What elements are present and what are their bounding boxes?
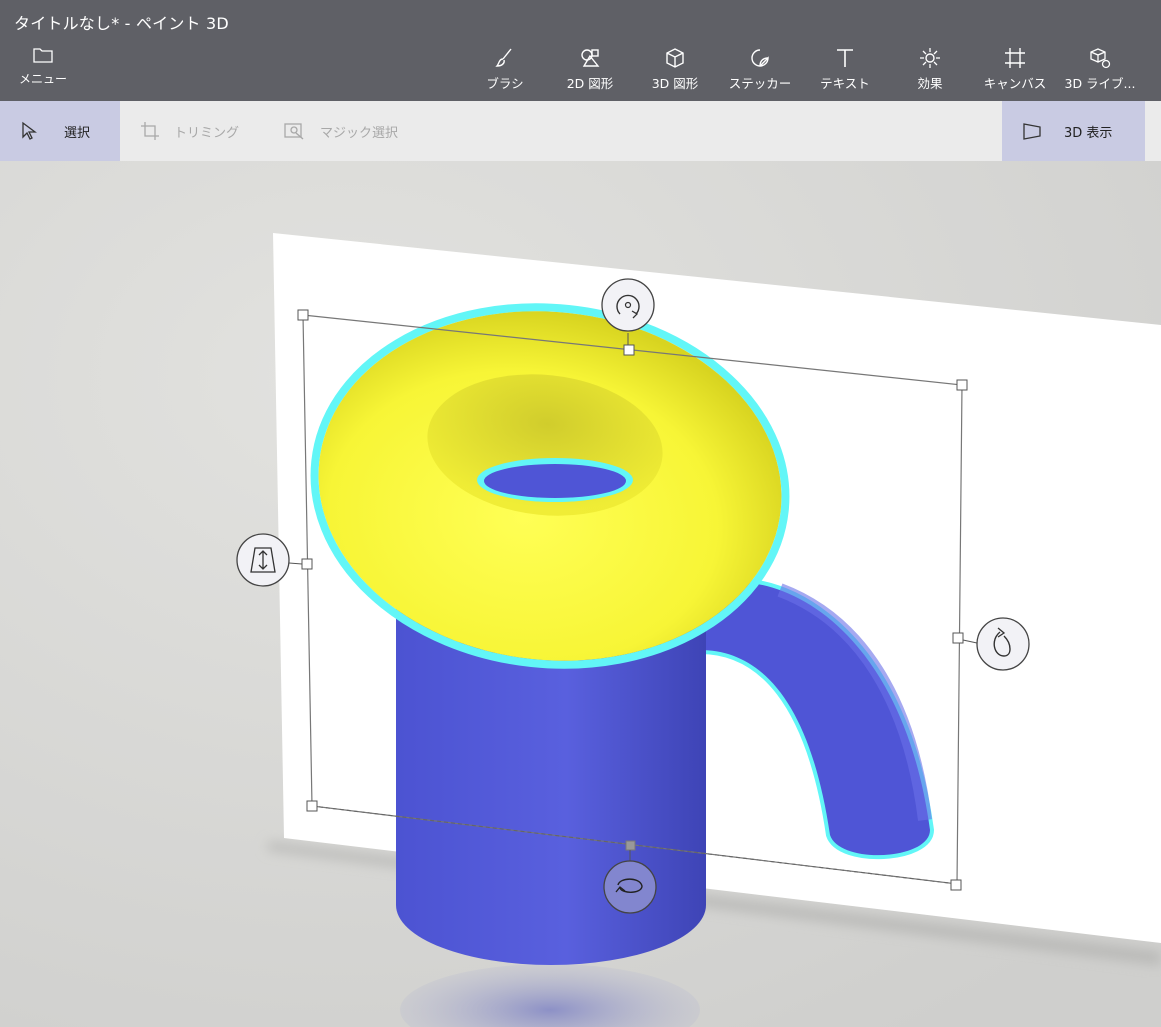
rotate-y-handle[interactable]	[976, 617, 1030, 671]
resize-handle-top-right[interactable]	[956, 379, 968, 391]
view-3d-icon	[1023, 123, 1041, 140]
3d-library-label: 3D ライブ...	[1064, 76, 1136, 91]
magic-select-button[interactable]: マジック選択	[284, 101, 398, 161]
3d-library-tool-button[interactable]: 3D ライブ...	[1060, 46, 1140, 98]
window-title: タイトルなし* - ペイント 3D	[14, 14, 229, 33]
2d-shapes-label: 2D 図形	[566, 76, 614, 91]
brush-icon	[495, 48, 512, 67]
effects-tool-button[interactable]: 効果	[890, 46, 970, 98]
text-icon	[837, 49, 853, 67]
torus-hole	[484, 464, 626, 498]
sticker-label: ステッカー	[728, 76, 792, 91]
sub-toolbar: 選択 トリミング マジック選択 3D 表示	[0, 101, 1161, 161]
menu-button[interactable]: メニュー	[14, 46, 72, 96]
crop-icon	[141, 122, 159, 140]
effects-icon	[920, 48, 940, 68]
resize-handle-top-left[interactable]	[297, 309, 309, 321]
sticker-icon	[751, 49, 769, 67]
resize-handle-bottom-right[interactable]	[950, 879, 962, 891]
resize-handle-left[interactable]	[301, 558, 313, 570]
folder-icon	[33, 48, 53, 63]
2d-shapes-tool-button[interactable]: 2D 図形	[550, 46, 630, 98]
brush-label: ブラシ	[486, 76, 524, 91]
pointer-icon	[22, 121, 37, 140]
rotate-z-handle[interactable]	[601, 278, 655, 332]
title-bar: タイトルなし* - ペイント 3D メニュー ブラシ 2D 図形 3D 図形 ス…	[0, 0, 1161, 101]
resize-handle-bottom[interactable]	[625, 840, 636, 851]
brush-tool-button[interactable]: ブラシ	[465, 46, 545, 98]
3d-library-icon	[1090, 48, 1111, 69]
resize-handle-top[interactable]	[623, 344, 635, 356]
view-3d-button[interactable]: 3D 表示	[1002, 101, 1145, 161]
magic-select-icon	[284, 123, 304, 140]
push-pull-depth-handle[interactable]	[236, 533, 290, 587]
canvas-tool-button[interactable]: キャンバス	[975, 46, 1055, 98]
rotate-x-handle[interactable]	[603, 860, 657, 914]
menu-label: メニュー	[18, 72, 67, 86]
crop-button[interactable]: トリミング	[140, 101, 239, 161]
sticker-tool-button[interactable]: ステッカー	[720, 46, 800, 98]
3d-shapes-tool-button[interactable]: 3D 図形	[635, 46, 715, 98]
effects-label: 効果	[917, 76, 943, 91]
text-tool-button[interactable]: テキスト	[805, 46, 885, 98]
crop-label: トリミング	[174, 125, 240, 141]
canvas-label: キャンバス	[983, 76, 1047, 91]
resize-handle-bottom-left[interactable]	[306, 800, 318, 812]
magic-select-label: マジック選択	[320, 125, 399, 141]
canvas-icon	[1005, 48, 1025, 68]
view-3d-label: 3D 表示	[1064, 125, 1113, 141]
select-label: 選択	[64, 125, 91, 141]
2d-shapes-icon	[581, 49, 600, 67]
3d-canvas-viewport[interactable]	[0, 161, 1161, 1027]
3d-shapes-icon	[666, 48, 684, 68]
3d-shapes-label: 3D 図形	[651, 76, 699, 91]
select-button[interactable]: 選択	[20, 101, 90, 161]
text-label: テキスト	[820, 76, 870, 91]
resize-handle-right[interactable]	[952, 632, 964, 644]
